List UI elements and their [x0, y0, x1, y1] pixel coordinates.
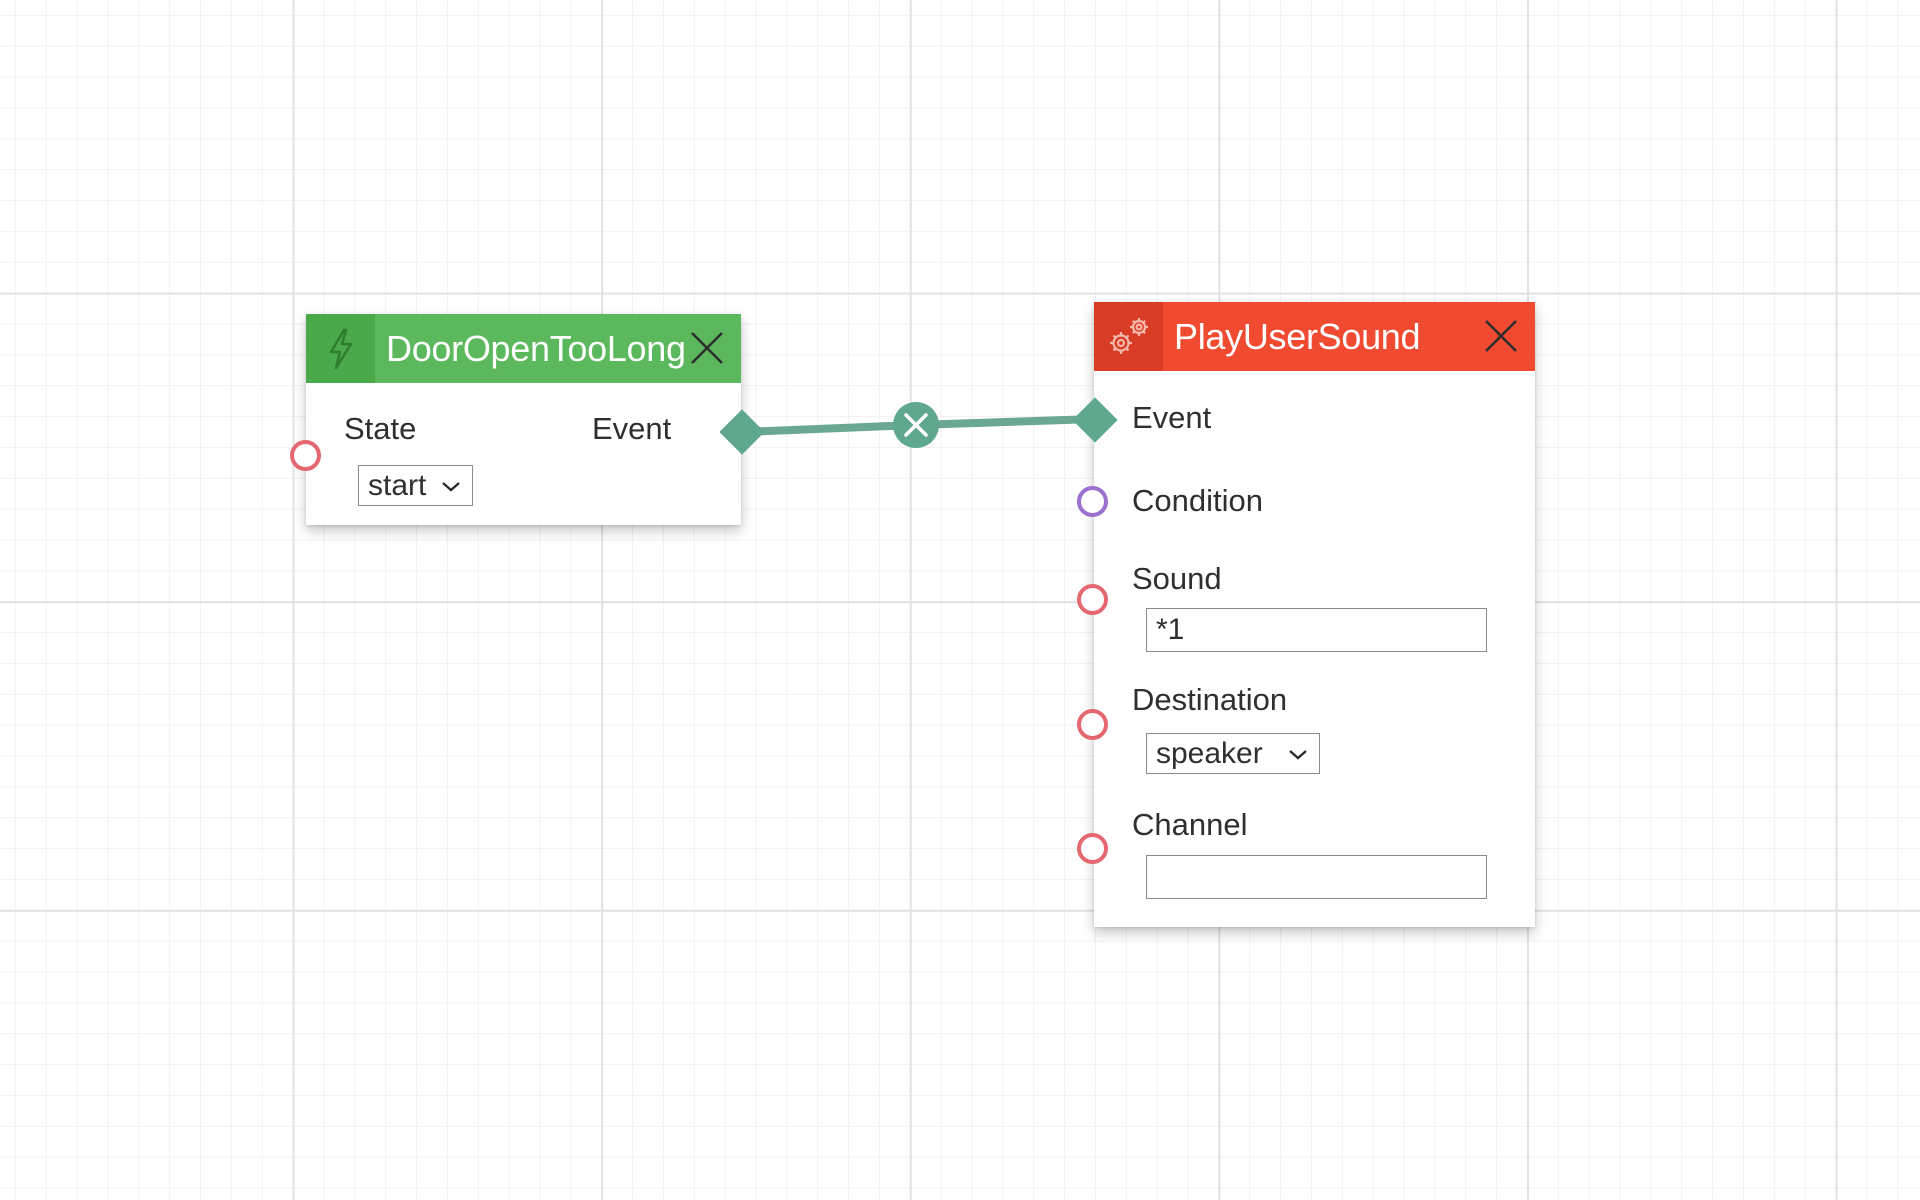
lightning-icon: [306, 314, 375, 383]
sound-input[interactable]: *1: [1146, 608, 1487, 652]
chevron-down-icon: [442, 482, 460, 492]
destination-select[interactable]: speaker: [1146, 733, 1320, 774]
state-label: State: [344, 411, 417, 446]
state-select[interactable]: start: [358, 465, 473, 506]
close-icon[interactable]: [1481, 316, 1521, 356]
state-select-value: start: [368, 468, 427, 502]
close-icon[interactable]: [687, 328, 727, 368]
action-node-header[interactable]: PlayUserSound: [1094, 302, 1535, 371]
channel-input-port[interactable]: [1077, 833, 1108, 864]
destination-select-value: speaker: [1156, 736, 1263, 770]
destination-label: Destination: [1132, 682, 1288, 717]
chevron-down-icon: [1289, 750, 1307, 760]
action-node[interactable]: PlayUserSound Event Condition Sound *1 D…: [1094, 302, 1535, 927]
event-label: Event: [592, 411, 672, 446]
trigger-node-header[interactable]: DoorOpenTooLong: [306, 314, 741, 383]
state-input-port[interactable]: [290, 440, 321, 471]
destination-input-port[interactable]: [1077, 709, 1108, 740]
sound-label: Sound: [1132, 561, 1222, 596]
channel-input[interactable]: [1146, 855, 1487, 899]
channel-label: Channel: [1132, 807, 1248, 842]
condition-input-port[interactable]: [1077, 486, 1108, 517]
condition-label: Condition: [1132, 483, 1263, 518]
connections-layer: [738, 402, 1099, 448]
gears-icon: [1094, 302, 1163, 371]
event-label: Event: [1132, 400, 1212, 435]
delete-connection-icon[interactable]: [893, 402, 939, 448]
sound-input-port[interactable]: [1077, 584, 1108, 615]
node-title: PlayUserSound: [1174, 316, 1421, 357]
node-title: DoorOpenTooLong: [386, 328, 686, 369]
flow-canvas[interactable]: DoorOpenTooLong State Event start PlayUs…: [0, 0, 1920, 1200]
trigger-node[interactable]: DoorOpenTooLong State Event start: [306, 314, 741, 525]
